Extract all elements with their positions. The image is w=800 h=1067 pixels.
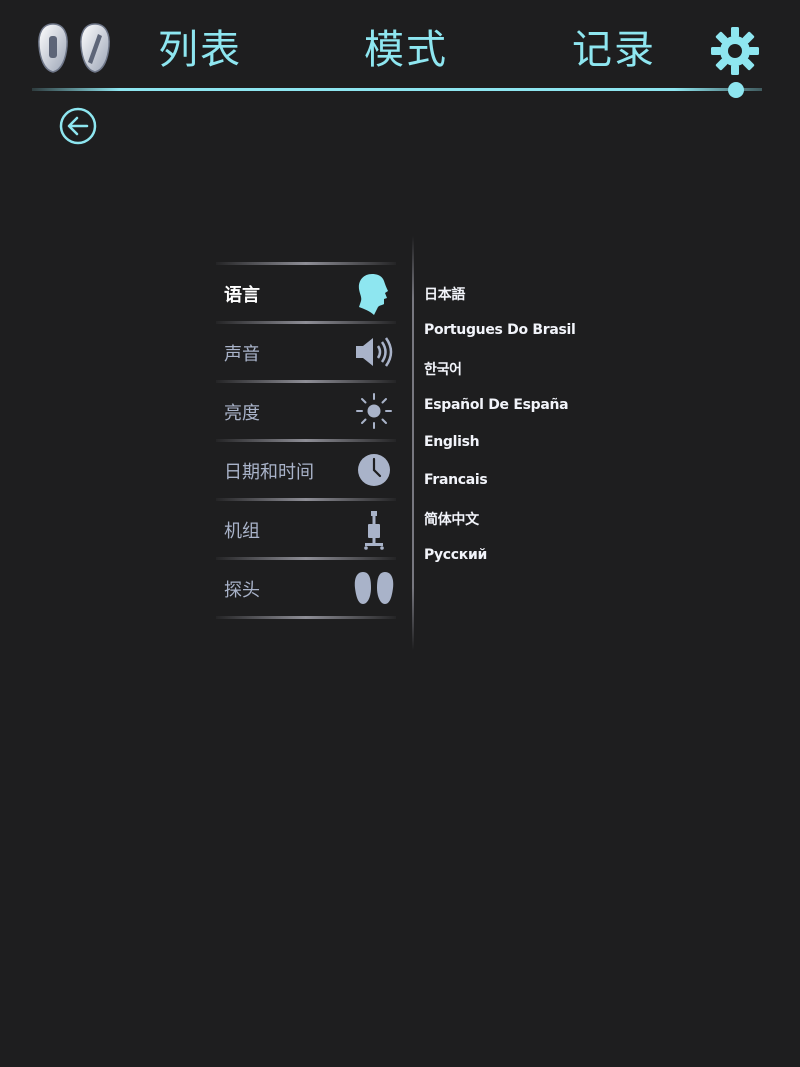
menu-item-label: 语言: [224, 285, 260, 306]
menu-item-language[interactable]: 语言: [216, 265, 396, 321]
probe-icon: [354, 572, 394, 604]
menu-item-unit[interactable]: 机组: [216, 501, 396, 557]
language-list: 日本語 Portugues Do Brasil 한국어 Español De E…: [424, 284, 684, 584]
gear-icon[interactable]: [710, 26, 760, 76]
probe-right-icon: [80, 23, 110, 73]
brightness-icon: [356, 393, 392, 429]
language-option-japanese[interactable]: 日本語: [424, 284, 684, 322]
header-underline: [32, 88, 762, 91]
menu-item-date-time[interactable]: 日期和时间: [216, 442, 396, 498]
settings-menu: 语言 声音 亮度 日期和时间 机组 探头: [216, 262, 396, 619]
tab-records[interactable]: 记录: [572, 24, 656, 76]
clock-icon: [358, 454, 390, 486]
speaker-icon: [356, 337, 393, 367]
menu-item-label: 机组: [224, 521, 260, 542]
language-option-russian[interactable]: Русский: [424, 547, 684, 585]
cart-unit-icon: [364, 511, 384, 550]
menu-item-label: 日期和时间: [224, 462, 314, 483]
language-option-chinese[interactable]: 简体中文: [424, 509, 684, 547]
active-tab-indicator: [728, 82, 744, 98]
head-profile-icon: [358, 274, 388, 315]
probe-pair-icon[interactable]: [36, 22, 120, 78]
menu-item-label: 探头: [224, 580, 260, 601]
back-arrow-icon[interactable]: [58, 106, 98, 146]
menu-item-label: 声音: [224, 344, 260, 365]
tab-list[interactable]: 列表: [158, 24, 242, 76]
menu-item-brightness[interactable]: 亮度: [216, 383, 396, 439]
top-navigation-bar: 列表 模式 记录: [0, 0, 800, 100]
menu-item-label: 亮度: [224, 403, 260, 424]
vertical-divider: [412, 236, 414, 650]
language-option-portuguese[interactable]: Portugues Do Brasil: [424, 322, 684, 360]
language-option-french[interactable]: Francais: [424, 472, 684, 510]
menu-divider: [216, 616, 396, 619]
probe-left-icon: [38, 23, 68, 73]
language-option-spanish[interactable]: Español De España: [424, 397, 684, 435]
tab-mode[interactable]: 模式: [364, 24, 448, 76]
language-option-korean[interactable]: 한국어: [424, 359, 684, 397]
menu-item-sound[interactable]: 声音: [216, 324, 396, 380]
language-option-english[interactable]: English: [424, 434, 684, 472]
menu-item-probe[interactable]: 探头: [216, 560, 396, 616]
